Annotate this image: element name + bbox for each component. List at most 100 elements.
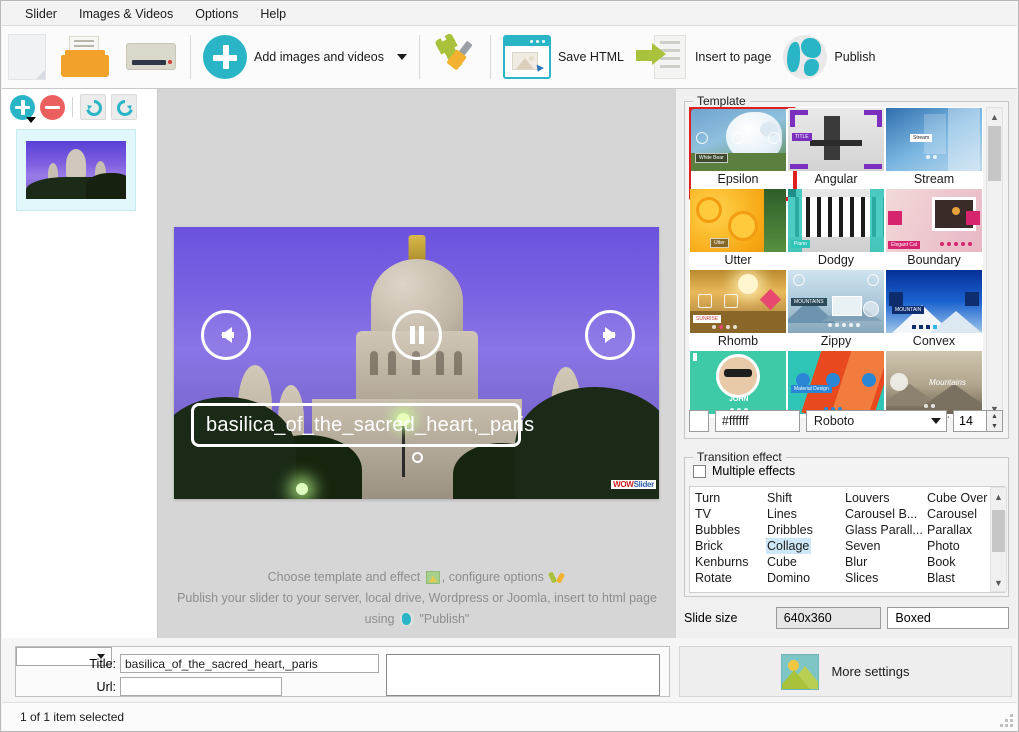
description-textarea[interactable] [386,654,660,696]
globe-icon [400,612,414,626]
template-item-material[interactable]: Material Design Material [788,351,884,418]
template-item-convex[interactable]: MOUNTAIN Convex [886,270,982,350]
effect-item[interactable]: Cube [766,554,844,570]
effect-item[interactable]: Brick [694,538,766,554]
template-scrollbar[interactable]: ▲ ▼ [986,107,1003,418]
slider-preview[interactable]: basilica_of_the_sacred_heart,_paris WOWS… [174,227,659,499]
effect-item[interactable]: Slices [844,570,926,586]
effect-item[interactable]: Blast [926,570,992,586]
effect-item[interactable]: Lines [766,506,844,522]
template-item-epsilon[interactable]: White Bear Epsilon [689,107,797,201]
template-item-mountains[interactable]: Mountains Mountains [886,351,982,418]
effect-item[interactable]: Louvers [844,490,926,506]
font-color-hex-input[interactable]: #ffffff [714,410,800,432]
slider-bullet-indicator[interactable] [411,452,423,463]
effect-item[interactable]: Photo [926,538,992,554]
effect-item[interactable]: Cube Over [926,490,992,506]
scroll-thumb[interactable] [992,510,1005,552]
template-item-dodgy[interactable]: Piano Dodgy [788,189,884,269]
font-size-spin-buttons[interactable]: ▲ ▼ [987,410,1003,432]
effect-item[interactable]: Carousel [926,506,992,522]
menu-item-images-videos[interactable]: Images & Videos [68,4,184,24]
more-settings-label: More settings [831,664,910,679]
slide-toolbar-divider [72,97,73,117]
template-caption-tag: White Bear [695,153,728,163]
effect-item[interactable]: Rotate [694,570,766,586]
resize-grip[interactable] [1000,714,1013,727]
multiple-effects-checkbox[interactable] [693,464,706,478]
save-slider-button[interactable] [118,29,184,85]
slide-layout-mode-select[interactable]: Boxed [887,607,1009,629]
font-family-select[interactable]: Roboto [805,410,947,432]
rotate-right-button[interactable] [111,94,137,120]
template-item-filly[interactable]: JOHN Filly [690,351,786,418]
scroll-up-icon[interactable]: ▲ [987,108,1002,125]
font-size-stepper[interactable]: 14 ▲ ▼ [953,410,1003,432]
save-html-button[interactable]: Save HTML [497,29,630,85]
effect-item[interactable]: Domino [766,570,844,586]
template-item-boundary[interactable]: Elegant Cat Boundary [886,189,982,269]
insert-to-page-button[interactable]: Insert to page [630,29,777,85]
transition-effect-list[interactable]: Turn TV Bubbles Brick Kenburns Rotate Sh… [689,486,1005,593]
effect-item[interactable]: Kenburns [694,554,766,570]
template-item-stream[interactable]: Stream Stream [886,108,982,188]
multiple-effects-row[interactable]: Multiple effects [693,464,795,478]
template-list[interactable]: White Bear Epsilon TITLE Angular Stream … [689,107,983,418]
url-label: Url: [96,680,116,694]
open-slider-button[interactable] [52,29,118,85]
template-name: Angular [788,171,884,188]
new-slider-button[interactable] [2,29,52,85]
scroll-down-icon[interactable]: ▼ [991,574,1006,591]
effect-item-collage[interactable]: Collage [766,538,812,554]
slide-caption-box[interactable]: basilica_of_the_sacred_heart,_paris [191,403,534,447]
slide-thumbnail-item[interactable] [16,129,136,211]
globe-icon [783,35,828,79]
slide-size-select[interactable]: 640x360 [775,607,882,629]
template-item-angular[interactable]: TITLE Angular [788,108,884,188]
scroll-up-icon[interactable]: ▲ [991,488,1006,505]
template-name: Utter [690,252,786,269]
remove-slide-button[interactable] [40,94,65,120]
slider-next-button[interactable] [585,310,635,360]
template-thumbnail: Piano [788,189,884,252]
template-item-rhomb[interactable]: SUNRISE Rhomb [690,270,786,350]
slider-pause-button[interactable] [391,310,442,360]
effect-item[interactable]: Bubbles [694,522,766,538]
slider-prev-button[interactable] [201,310,251,360]
effect-item[interactable]: Turn [694,490,766,506]
menu-item-slider[interactable]: Slider [14,4,68,24]
url-input[interactable] [120,677,282,696]
effect-item[interactable]: TV [694,506,766,522]
template-item-utter[interactable]: Utter Utter [690,189,786,269]
tools-button[interactable] [426,29,484,85]
spin-down-icon[interactable]: ▼ [987,421,1002,431]
rotate-left-button[interactable] [80,94,106,120]
font-color-swatch[interactable] [689,410,709,432]
effect-item[interactable]: Parallax [926,522,992,538]
effect-item[interactable]: Glass Parall... [844,522,926,538]
spin-up-icon[interactable]: ▲ [987,411,1002,421]
chevron-down-icon[interactable] [396,54,407,60]
template-item-zippy[interactable]: MOUNTAINS Zippy [788,270,884,350]
effect-item[interactable]: Dribbles [766,522,844,538]
scroll-thumb[interactable] [988,126,1001,181]
menu-item-help[interactable]: Help [249,4,297,24]
effect-item[interactable]: Carousel B... [844,506,926,522]
chevron-down-icon[interactable] [26,116,36,123]
font-size-value[interactable]: 14 [953,410,987,432]
effect-item[interactable]: Blur [844,554,926,570]
effect-item[interactable]: Seven [844,538,926,554]
publish-button[interactable]: Publish [777,29,881,85]
transition-scrollbar[interactable]: ▲ ▼ [990,487,1007,592]
title-input[interactable]: basilica_of_the_sacred_heart,_paris [120,654,379,673]
template-thumbnail: JOHN [690,351,786,414]
effect-item[interactable]: Book [926,554,992,570]
add-images-and-videos-button[interactable]: Add images and videos [197,29,413,85]
template-name: Boundary [886,252,982,269]
effect-item[interactable]: Shift [766,490,844,506]
menu-item-options[interactable]: Options [184,4,249,24]
hint-line3-b: "Publish" [419,612,470,626]
add-slide-button[interactable] [10,94,36,123]
template-name: Epsilon [690,171,786,188]
more-settings-button[interactable]: More settings [679,646,1012,697]
